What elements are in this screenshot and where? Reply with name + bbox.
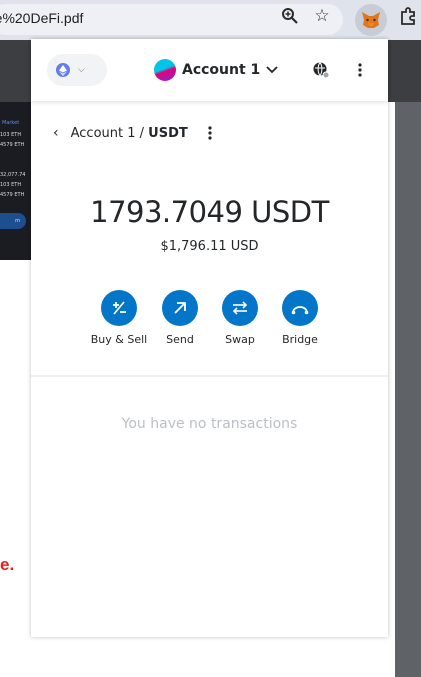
back-arrow-icon[interactable]: ‹ xyxy=(53,125,59,141)
zoom-icon[interactable] xyxy=(280,6,300,26)
empty-transactions-message: You have no transactions xyxy=(121,416,298,432)
token-balance: 1793.7049 USDT xyxy=(90,195,329,229)
background-red-text: e. xyxy=(0,555,15,574)
connected-sites-icon[interactable] xyxy=(309,58,333,82)
account-name: Account 1 xyxy=(182,62,261,78)
bg-panel-text: 103 ETH xyxy=(0,182,22,188)
browser-toolbar: re%20DeFi.pdf ☆ xyxy=(0,0,421,40)
bg-panel-text: Market xyxy=(2,120,20,126)
background-page-header xyxy=(0,40,32,102)
background-page-header-right xyxy=(388,40,421,102)
bridge-icon xyxy=(282,290,318,326)
bridge-label: Bridge xyxy=(282,333,318,346)
swap-arrows-icon xyxy=(222,290,258,326)
network-selector[interactable]: ⌵ xyxy=(47,54,107,86)
background-page-image: Market 103 ETH 4579 ETH 32,077.74 103 ET… xyxy=(0,102,32,260)
bg-panel-text: 103 ETH xyxy=(0,132,22,138)
metamask-fox-icon xyxy=(362,12,380,28)
bg-panel-button-label: m xyxy=(15,218,20,224)
more-options-icon[interactable] xyxy=(348,58,372,82)
arrow-up-right-icon xyxy=(162,290,198,326)
breadcrumb: ‹ Account 1 / USDT xyxy=(53,123,188,143)
bg-panel-text: 4579 ETH xyxy=(0,142,25,148)
buy-sell-button[interactable]: Buy & Sell xyxy=(84,290,154,346)
breadcrumb-token: USDT xyxy=(148,125,188,141)
wallet-header: ⌵ Account 1 xyxy=(31,39,388,101)
buy-sell-label: Buy & Sell xyxy=(90,333,148,346)
account-avatar xyxy=(154,59,176,81)
metamask-popup: ⌵ Account 1 ‹ Account 1 / USDT 1793.7049… xyxy=(31,39,388,637)
bg-panel-text: 32,077.74 xyxy=(0,172,26,178)
section-divider xyxy=(31,375,388,377)
fiat-balance: $1,796.11 USD xyxy=(160,239,259,254)
url-text[interactable]: re%20DeFi.pdf xyxy=(0,10,83,26)
breadcrumb-account[interactable]: Account 1 / xyxy=(71,126,149,141)
background-page-scroll-area xyxy=(395,102,421,677)
metamask-extension-button[interactable] xyxy=(355,4,387,36)
chevron-down-icon: ⌵ xyxy=(78,65,85,75)
bg-panel-button: m xyxy=(0,213,26,229)
chevron-down-icon xyxy=(266,63,278,77)
plus-minus-icon xyxy=(101,290,137,326)
account-picker[interactable]: Account 1 xyxy=(154,58,278,82)
bridge-button[interactable]: Bridge xyxy=(265,290,335,346)
extensions-puzzle-icon[interactable] xyxy=(398,6,418,26)
token-options-icon[interactable] xyxy=(203,123,217,143)
bg-panel-text: 4579 ETH xyxy=(0,192,25,198)
ethereum-network-icon xyxy=(56,63,70,77)
bookmark-star-icon[interactable]: ☆ xyxy=(312,6,332,26)
